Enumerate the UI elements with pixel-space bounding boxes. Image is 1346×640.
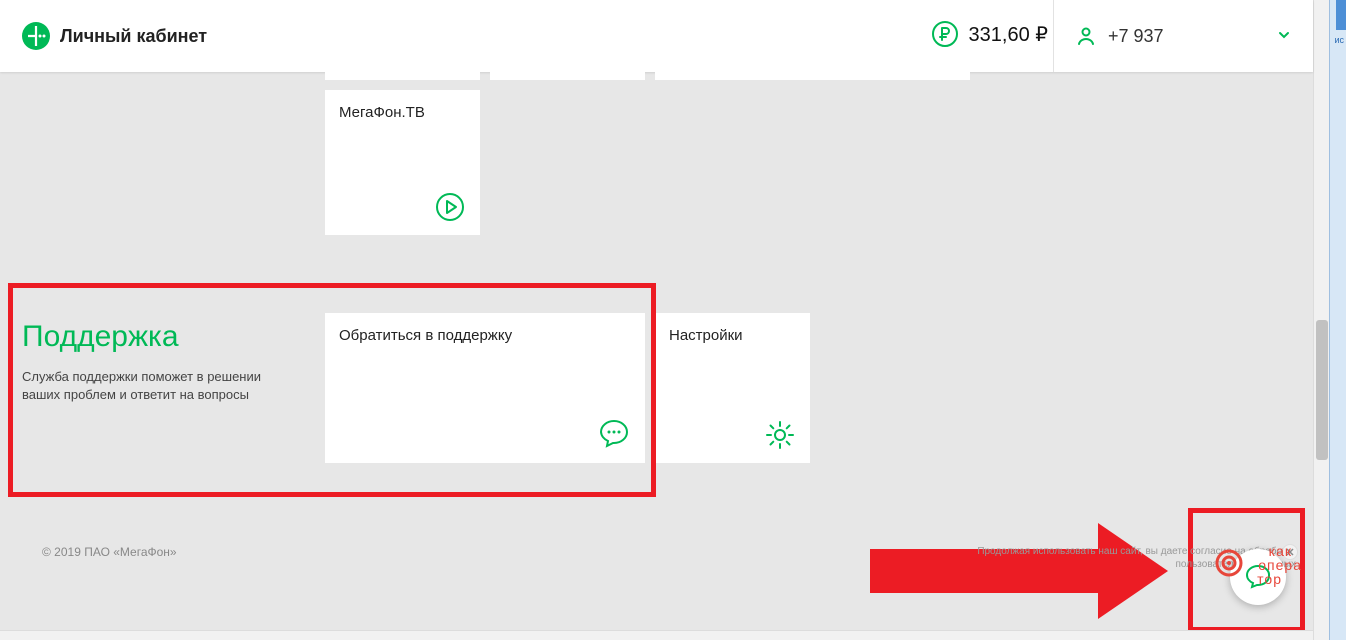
- tile-stub: [490, 72, 645, 80]
- tile-title: МегаФон.ТВ: [339, 104, 425, 121]
- tile-megafon-tv[interactable]: МегаФон.ТВ: [325, 90, 480, 235]
- scrollbar-track[interactable]: [1313, 0, 1329, 640]
- watermark-text: опера: [1258, 558, 1302, 572]
- annotation-arrow-head: [1098, 523, 1168, 619]
- viewport: ис Личный кабинет 331,60 ₽: [0, 0, 1346, 640]
- app-title: Личный кабинет: [60, 26, 207, 47]
- external-blue-strip: ис: [1329, 0, 1346, 640]
- chevron-down-icon: [1277, 28, 1291, 42]
- account-dropdown[interactable]: +7 937: [1053, 0, 1313, 72]
- phone-number: +7 937: [1108, 26, 1164, 47]
- logo-icon: [22, 22, 50, 50]
- h-scrollbar[interactable]: [0, 630, 1313, 640]
- logo[interactable]: Личный кабинет: [22, 22, 207, 50]
- gear-icon: [764, 419, 796, 451]
- play-icon: [434, 191, 466, 223]
- balance-value: 331,60 ₽: [969, 22, 1048, 47]
- tile-stub: [655, 72, 970, 80]
- tile-settings[interactable]: Настройки: [655, 313, 810, 463]
- tile-stub: [325, 72, 480, 80]
- tile-title: Настройки: [669, 327, 743, 344]
- balance[interactable]: 331,60 ₽: [931, 20, 1048, 48]
- ruble-icon: [931, 20, 959, 48]
- user-icon: [1076, 26, 1096, 46]
- footer-copyright: © 2019 ПАО «МегаФон»: [42, 545, 177, 559]
- scrollbar-thumb[interactable]: [1316, 320, 1328, 460]
- external-blue-bar: [1336, 0, 1346, 30]
- watermark-text: как: [1269, 544, 1292, 558]
- watermark-text: тор: [1257, 572, 1282, 586]
- header: Личный кабинет 331,60 ₽ +7 937: [0, 0, 1313, 72]
- watermark-icon: [1212, 546, 1246, 580]
- external-blue-text: ис: [1334, 35, 1344, 45]
- annotation-highlight-box: [8, 283, 656, 497]
